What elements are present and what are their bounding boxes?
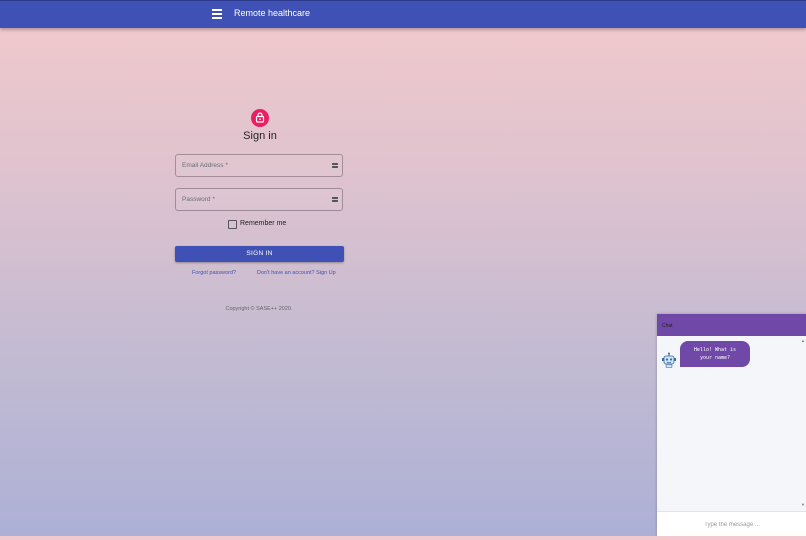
remember-label: Remember me xyxy=(240,220,287,227)
chat-widget: Chat Hello! What is your name? ▲ ▼ xyxy=(657,314,806,536)
password-manager-icon[interactable] xyxy=(332,163,338,169)
copyright: Copyright © SASE++ 2020. xyxy=(225,306,293,312)
sign-up-link[interactable]: Don't have an account? Sign Up xyxy=(257,270,336,276)
bot-message-bubble: Hello! What is your name? xyxy=(680,341,750,367)
password-label-text: Password xyxy=(182,196,211,203)
forgot-password-link[interactable]: Forgot password? xyxy=(192,270,236,276)
lock-icon xyxy=(255,112,265,123)
chat-input-bar xyxy=(657,511,806,536)
sign-in-button[interactable]: SIGN IN xyxy=(175,246,344,262)
scroll-up-arrow-icon[interactable]: ▲ xyxy=(801,338,805,343)
chat-messages[interactable]: Hello! What is your name? ▲ ▼ xyxy=(657,336,806,509)
password-manager-icon[interactable] xyxy=(332,197,338,203)
robot-icon xyxy=(662,352,676,368)
chat-title: Chat xyxy=(662,323,673,329)
required-marker: * xyxy=(212,196,215,203)
email-label-text: Email Address xyxy=(182,162,224,169)
page-bottom-strip xyxy=(0,536,806,540)
remember-checkbox[interactable] xyxy=(228,220,237,229)
required-marker: * xyxy=(225,162,228,169)
password-label: Password * xyxy=(182,196,215,203)
email-field[interactable]: Email Address * xyxy=(175,154,343,177)
app-bar: Remote healthcare xyxy=(0,0,806,28)
lock-avatar xyxy=(251,109,269,127)
scroll-down-arrow-icon[interactable]: ▼ xyxy=(801,502,805,507)
app-title: Remote healthcare xyxy=(234,8,311,18)
hamburger-menu-icon[interactable] xyxy=(212,9,222,19)
email-label: Email Address * xyxy=(182,162,228,169)
bot-message-line: your name? xyxy=(699,355,731,361)
chat-header: Chat xyxy=(657,314,806,336)
signin-title: Sign in xyxy=(243,130,277,142)
bot-message-line: Hello! What is xyxy=(693,347,737,353)
password-field[interactable]: Password * xyxy=(175,188,343,211)
chat-message-input[interactable] xyxy=(665,517,799,533)
